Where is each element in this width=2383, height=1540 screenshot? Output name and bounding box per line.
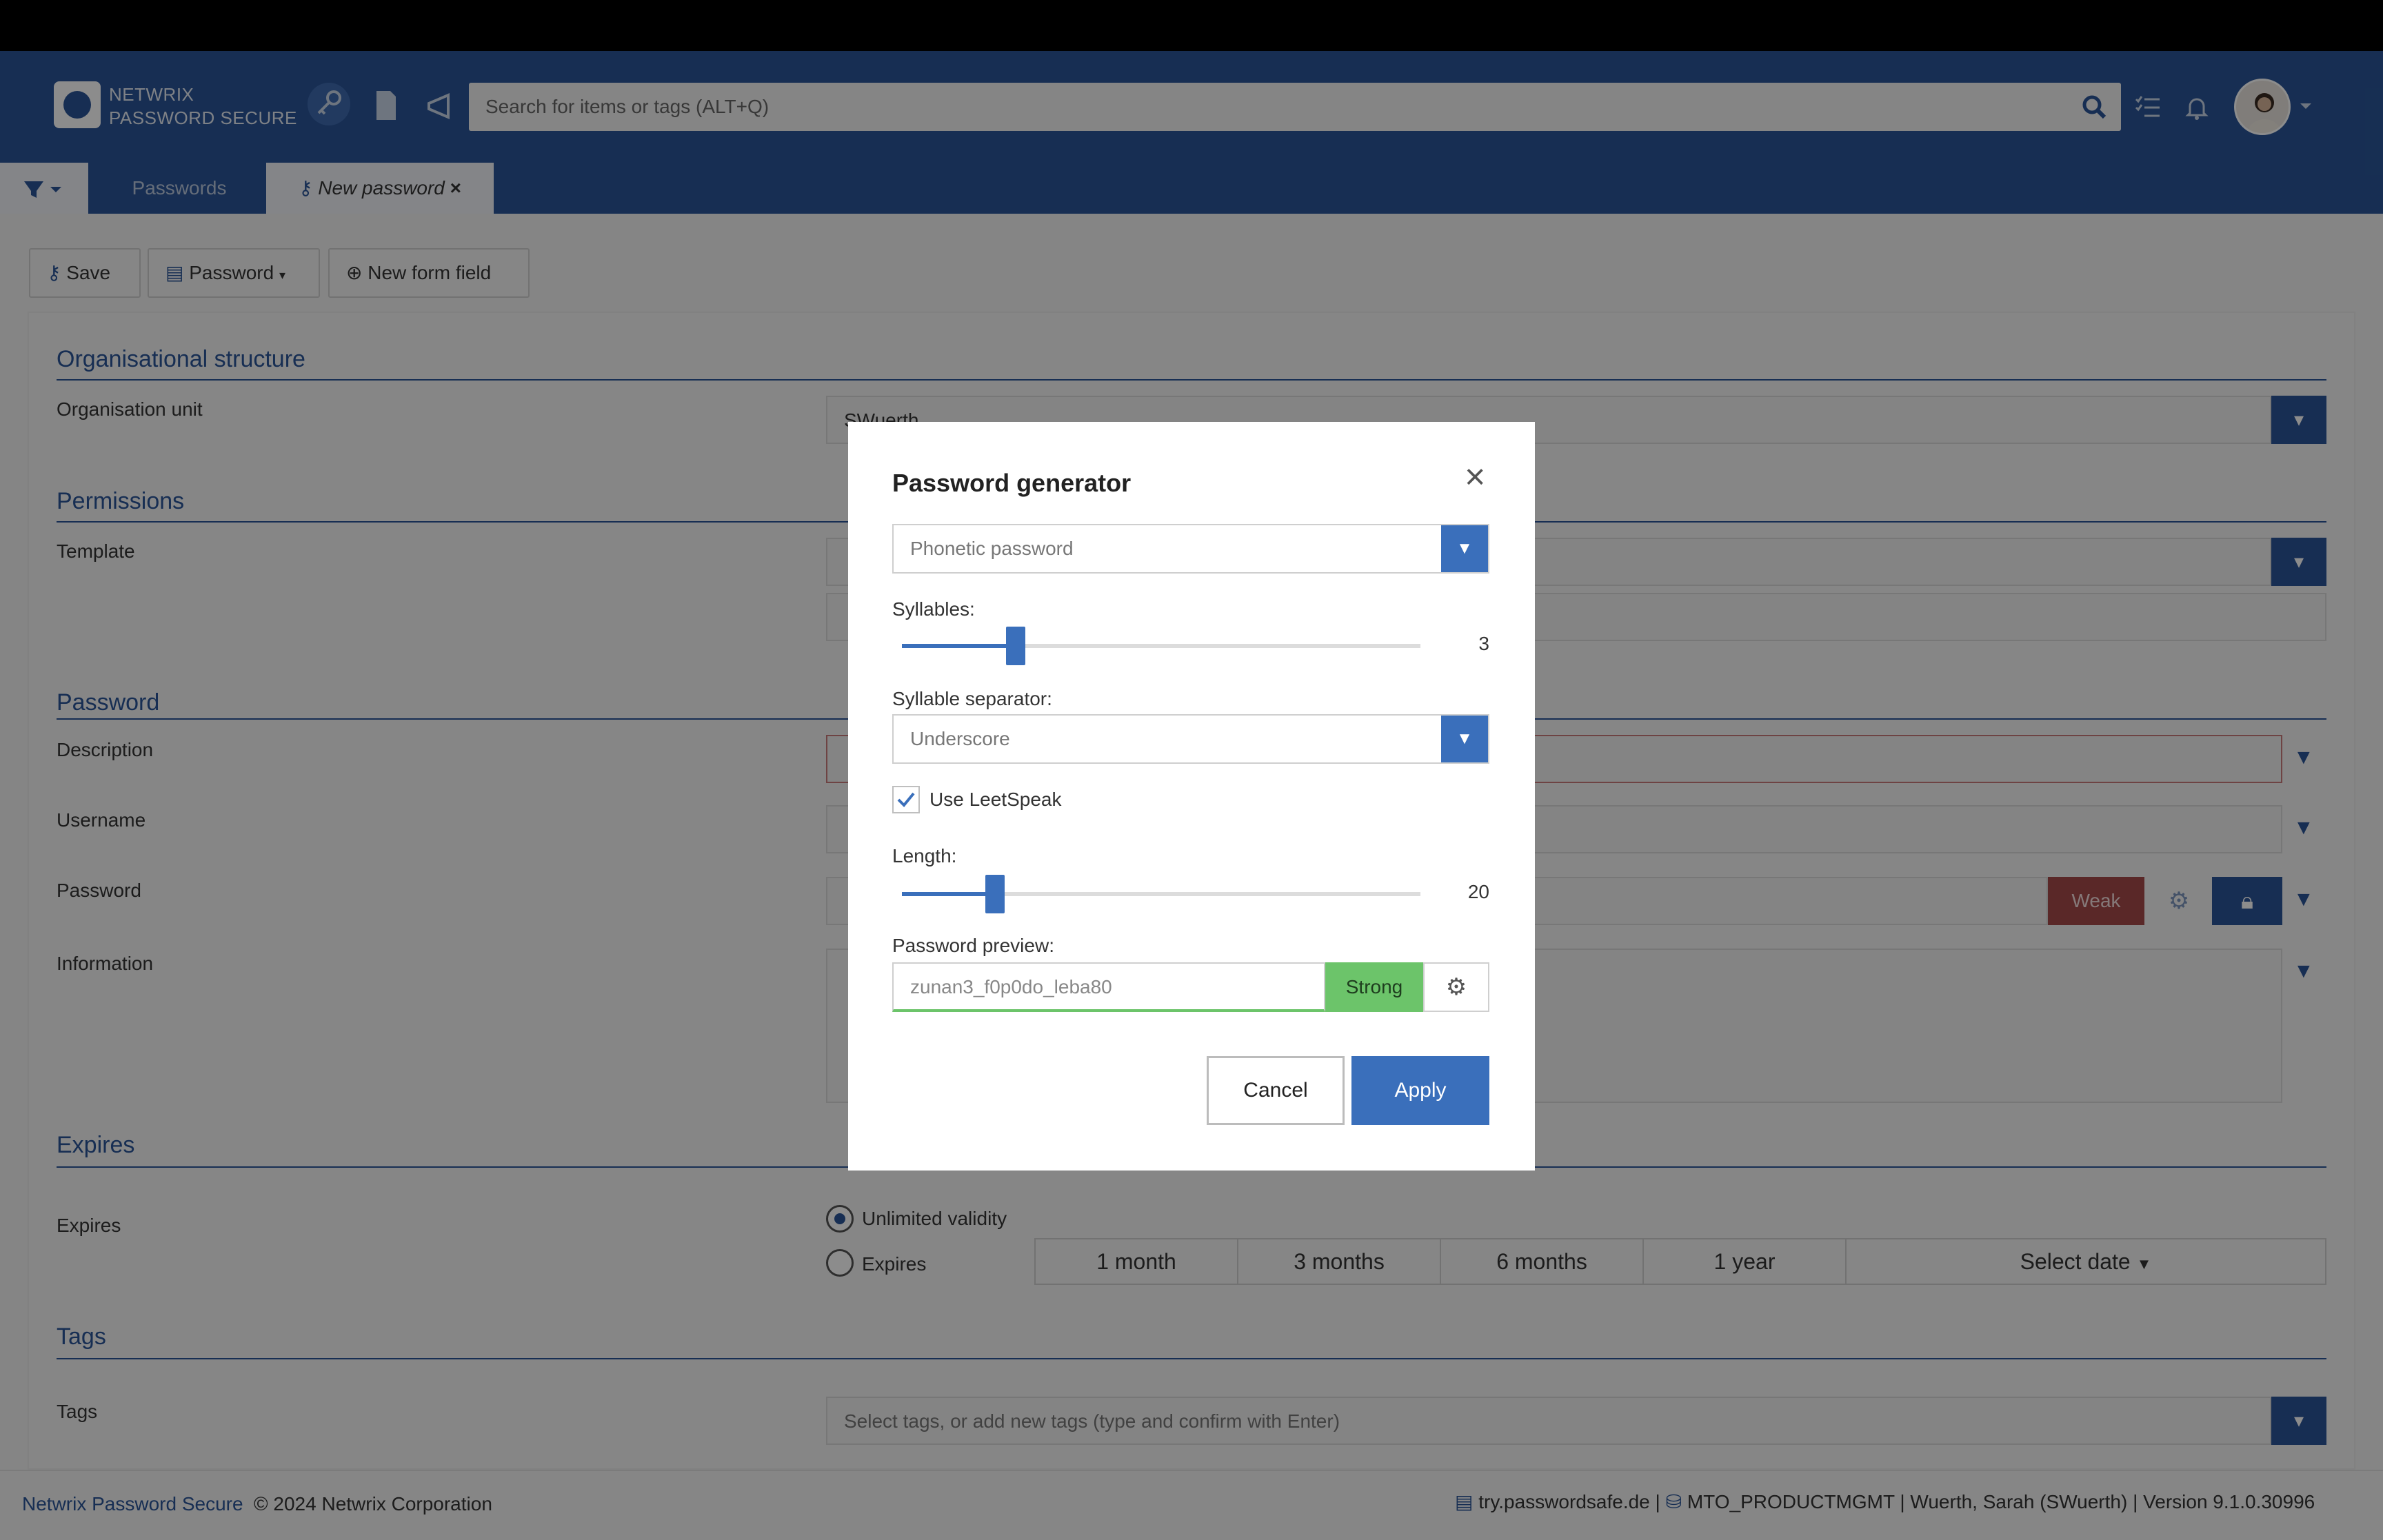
password-preview-value: zunan3_f0p0do_leba80: [910, 976, 1112, 997]
strength-badge-strong: Strong: [1325, 962, 1423, 1012]
length-slider[interactable]: [902, 875, 1420, 913]
apply-button[interactable]: Apply: [1351, 1056, 1489, 1125]
dialog-title: Password generator: [892, 469, 1132, 497]
separator-select[interactable]: Underscore ▼: [892, 714, 1489, 764]
syllables-slider-thumb[interactable]: [1006, 627, 1025, 665]
separator-label: Syllable separator:: [892, 688, 1052, 709]
syllables-label: Syllables:: [892, 598, 975, 620]
password-generator-dialog: Password generator × Phonetic password ▼…: [848, 422, 1535, 1171]
close-icon[interactable]: ×: [1465, 459, 1485, 495]
check-icon: [897, 792, 915, 807]
separator-value: Underscore: [910, 728, 1010, 749]
generator-type-select[interactable]: Phonetic password ▼: [892, 524, 1489, 574]
syllables-value: 3: [1478, 633, 1489, 654]
regenerate-icon[interactable]: ⚙: [1423, 962, 1489, 1012]
leetspeak-checkbox[interactable]: [892, 786, 920, 813]
length-slider-fill: [902, 892, 995, 896]
syllables-slider-fill: [902, 644, 1016, 648]
chevron-down-icon[interactable]: ▼: [1441, 525, 1488, 572]
cancel-button[interactable]: Cancel: [1207, 1056, 1345, 1125]
length-value: 20: [1467, 881, 1489, 902]
length-label: Length:: [892, 845, 957, 867]
password-preview-field[interactable]: zunan3_f0p0do_leba80: [892, 962, 1325, 1012]
chevron-down-icon[interactable]: ▼: [1441, 716, 1488, 762]
preview-label: Password preview:: [892, 935, 1054, 956]
leetspeak-label: Use LeetSpeak: [929, 789, 1062, 810]
length-slider-thumb[interactable]: [985, 875, 1005, 913]
syllables-slider[interactable]: [902, 627, 1420, 665]
generator-type-value: Phonetic password: [910, 538, 1074, 559]
